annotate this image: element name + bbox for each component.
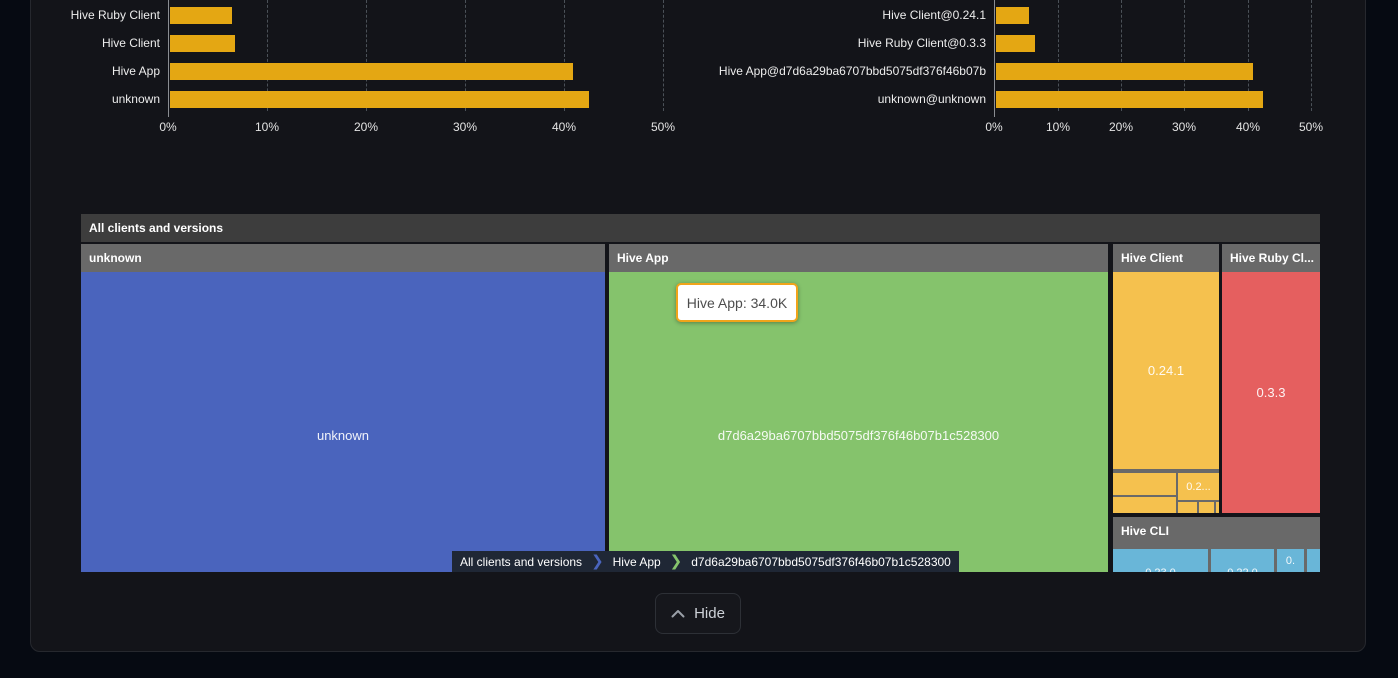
section-header-unknown[interactable]: unknown: [81, 244, 605, 272]
chevron-up-icon: [671, 609, 685, 618]
bar-hive-ruby-033[interactable]: [996, 35, 1035, 52]
hide-button-label: Hide: [694, 605, 725, 622]
x-tick: 20%: [336, 120, 396, 134]
treemap-cell-client-minor[interactable]: [1113, 473, 1176, 495]
treemap-breadcrumb: All clients and versions ❯ Hive App ❯ d7…: [452, 551, 959, 572]
chevron-right-icon: ❯: [669, 551, 684, 572]
treemap-title[interactable]: All clients and versions: [81, 214, 1320, 242]
treemap-cell-cli-1[interactable]: 0.23.0: [1113, 549, 1208, 572]
category-label: unknown@unknown: [600, 91, 986, 108]
gridline: [1311, 0, 1312, 111]
bar-hive-app-hash[interactable]: [996, 63, 1253, 80]
category-label: Hive Ruby Client: [0, 7, 160, 24]
y-axis-line: [168, 0, 169, 117]
x-tick: 10%: [1028, 120, 1088, 134]
treemap-cell-unknown[interactable]: unknown: [81, 272, 605, 572]
category-label: Hive Client@0.24.1: [600, 7, 986, 24]
x-tick: 40%: [534, 120, 594, 134]
treemap-cell-client-minor[interactable]: [1178, 502, 1197, 513]
x-tick: 20%: [1091, 120, 1151, 134]
category-label: Hive Client: [0, 35, 160, 52]
treemap-all-clients: All clients and versions unknown unknown…: [81, 214, 1320, 572]
treemap-cell-033[interactable]: 0.3.3: [1222, 272, 1320, 513]
treemap-cell-cli-4[interactable]: [1307, 549, 1320, 572]
x-tick: 30%: [1154, 120, 1214, 134]
x-tick: 40%: [1218, 120, 1278, 134]
treemap-cell-cli-3[interactable]: 0.: [1277, 549, 1304, 572]
bar-hive-app[interactable]: [170, 63, 573, 80]
section-header-hive-ruby-client[interactable]: Hive Ruby Cl...: [1222, 244, 1320, 272]
hive-client-cells: 0.24.1 0.2...: [1113, 272, 1219, 513]
x-tick: 0%: [138, 120, 198, 134]
treemap-section-unknown: unknown unknown: [81, 244, 605, 572]
breadcrumb-item-root[interactable]: All clients and versions: [452, 551, 590, 572]
bar-hive-ruby-client[interactable]: [170, 7, 232, 24]
category-label: unknown: [0, 91, 160, 108]
treemap-cell-cli-2[interactable]: 0.22.0: [1211, 549, 1274, 572]
treemap-cell-0241[interactable]: 0.24.1: [1113, 272, 1219, 469]
treemap-cell-client-minor[interactable]: [1216, 502, 1219, 513]
bar-unknown-unknown[interactable]: [996, 91, 1263, 108]
dashboard-screen: Hive Ruby Client Hive Client Hive App un…: [0, 0, 1398, 678]
breadcrumb-item-hash[interactable]: d7d6a29ba6707bbd5075df376f46b07b1c528300: [683, 551, 959, 572]
treemap-cell-client-minor[interactable]: [1199, 502, 1214, 513]
breadcrumb-item-hive-app[interactable]: Hive App: [605, 551, 669, 572]
section-header-hive-cli[interactable]: Hive CLI: [1113, 517, 1320, 545]
treemap-section-hive-cli: Hive CLI 0.23.0 0.22.0 0.: [1113, 517, 1320, 572]
section-header-hive-app[interactable]: Hive App: [609, 244, 1108, 272]
treemap-section-hive-ruby-client: Hive Ruby Cl... 0.3.3: [1222, 244, 1320, 513]
bar-hive-client[interactable]: [170, 35, 235, 52]
bar-unknown[interactable]: [170, 91, 589, 108]
x-tick: 0%: [964, 120, 1024, 134]
x-tick: 50%: [633, 120, 693, 134]
category-label: Hive App: [0, 63, 160, 80]
x-tick: 10%: [237, 120, 297, 134]
hide-button[interactable]: Hide: [655, 593, 741, 634]
chevron-right-icon: ❯: [590, 551, 605, 572]
treemap-cell-02x[interactable]: 0.2...: [1178, 473, 1219, 500]
category-label: Hive Ruby Client@0.3.3: [600, 35, 986, 52]
y-axis-line: [994, 0, 995, 117]
x-tick: 50%: [1281, 120, 1341, 134]
treemap-tooltip: Hive App: 34.0K: [676, 283, 798, 322]
section-header-hive-client[interactable]: Hive Client: [1113, 244, 1219, 272]
bar-hive-client-0241[interactable]: [996, 7, 1029, 24]
hive-cli-cells: 0.23.0 0.22.0 0.: [1113, 545, 1320, 572]
category-label: Hive App@d7d6a29ba6707bbd5075df376f46b07…: [600, 63, 986, 80]
treemap-cell-client-minor[interactable]: [1113, 497, 1176, 513]
x-tick: 30%: [435, 120, 495, 134]
treemap-section-hive-client: Hive Client 0.24.1 0.2...: [1113, 244, 1219, 513]
